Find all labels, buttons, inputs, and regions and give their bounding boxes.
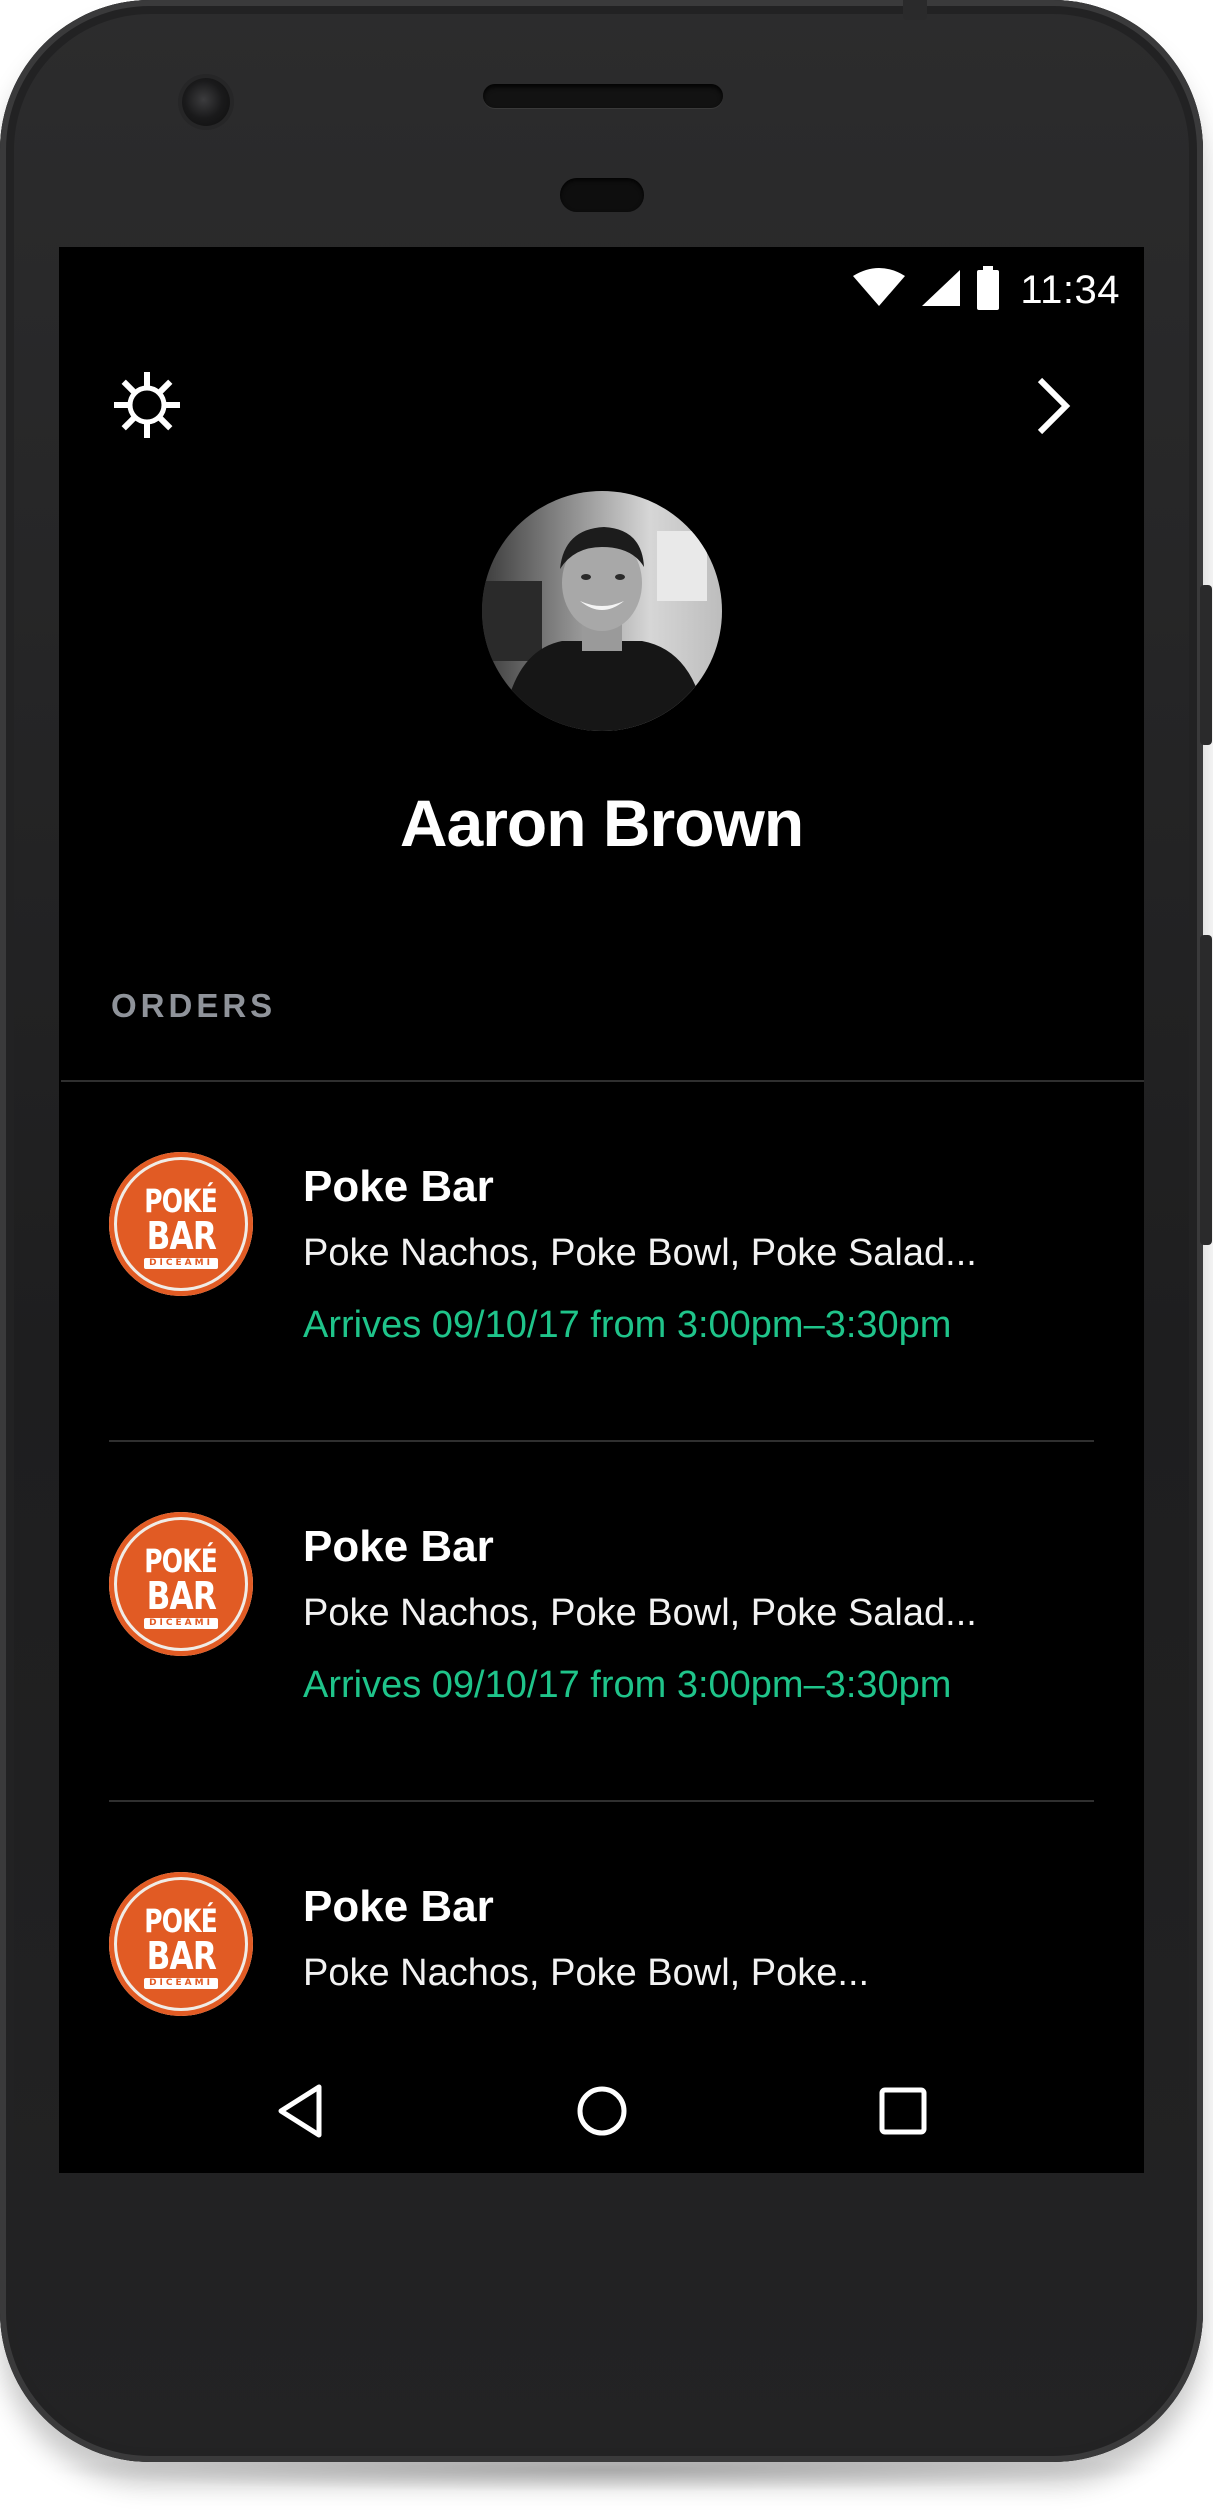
recent-apps-button[interactable] — [863, 2073, 943, 2153]
logo-text-line2: BAR — [146, 1934, 216, 1978]
order-items-summary: Poke Nachos, Poke Bowl, Poke Salad... — [303, 1592, 977, 1634]
order-restaurant-name: Poke Bar — [303, 1882, 494, 1931]
logo-text-line2: BAR — [146, 1214, 216, 1258]
avatar-photo — [482, 491, 722, 731]
restaurant-logo: POKÉ BAR DICEAMI — [109, 1152, 253, 1296]
order-arrival-time: Arrives 09/10/17 from 3:00pm–3:30pm — [303, 1304, 952, 1346]
wifi-icon — [852, 267, 906, 313]
front-camera — [182, 78, 230, 126]
next-button[interactable] — [1017, 373, 1087, 443]
logo-text-line3: DICEAMI — [144, 1258, 218, 1269]
volume-button — [1200, 935, 1212, 1245]
cellular-signal-icon — [920, 268, 962, 313]
settings-button[interactable] — [107, 367, 187, 447]
orders-section-label: ORDERS — [111, 987, 277, 1024]
order-arrival-time: Arrives 09/10/17 from 3:00pm–3:30pm — [303, 1664, 952, 1706]
proximity-sensor — [560, 178, 644, 212]
system-nav-bar — [59, 2047, 1144, 2173]
logo-text-line3: DICEAMI — [144, 1978, 218, 1989]
power-button — [1200, 585, 1212, 745]
profile-name: Aaron Brown — [399, 786, 804, 860]
logo-text-line1: POKÉ — [144, 1902, 219, 1940]
home-button[interactable] — [562, 2073, 642, 2153]
order-list-item[interactable]: POKÉ BAR DICEAMI Poke Bar Poke Nachos, P… — [59, 1082, 1144, 1442]
phone-body: 11:34 Aaron Brown ORDERS POKÉ BAR DICEAM… — [0, 0, 1203, 2462]
order-list: POKÉ BAR DICEAMI Poke Bar Poke Nachos, P… — [59, 1082, 1144, 2162]
earpiece-speaker — [483, 84, 723, 108]
back-icon — [273, 2081, 329, 2146]
gear-icon — [111, 369, 183, 446]
app-screen: 11:34 Aaron Brown ORDERS POKÉ BAR DICEAM… — [59, 247, 1144, 2173]
order-restaurant-name: Poke Bar — [303, 1522, 494, 1571]
top-notch-button — [903, 0, 927, 20]
recent-apps-icon — [875, 2083, 931, 2144]
home-icon — [574, 2083, 630, 2144]
chevron-right-icon — [1032, 376, 1072, 441]
logo-text-line2: BAR — [146, 1574, 216, 1618]
battery-icon — [976, 265, 1000, 315]
device-mockup: 11:34 Aaron Brown ORDERS POKÉ BAR DICEAM… — [0, 0, 1213, 2510]
logo-text-line3: DICEAMI — [144, 1618, 218, 1629]
restaurant-logo: POKÉ BAR DICEAMI — [109, 1512, 253, 1656]
status-bar: 11:34 — [59, 247, 1144, 327]
logo-text-line1: POKÉ — [144, 1182, 219, 1220]
back-button[interactable] — [261, 2073, 341, 2153]
status-icons: 11:34 — [852, 265, 1120, 315]
avatar — [482, 491, 722, 731]
order-list-item[interactable]: POKÉ BAR DICEAMI Poke Bar Poke Nachos, P… — [59, 1442, 1144, 1802]
status-time: 11:34 — [1020, 267, 1120, 312]
order-items-summary: Poke Nachos, Poke Bowl, Poke... — [303, 1952, 870, 1994]
order-items-summary: Poke Nachos, Poke Bowl, Poke Salad... — [303, 1232, 977, 1274]
order-restaurant-name: Poke Bar — [303, 1162, 494, 1211]
logo-text-line1: POKÉ — [144, 1542, 219, 1580]
restaurant-logo: POKÉ BAR DICEAMI — [109, 1872, 253, 2016]
